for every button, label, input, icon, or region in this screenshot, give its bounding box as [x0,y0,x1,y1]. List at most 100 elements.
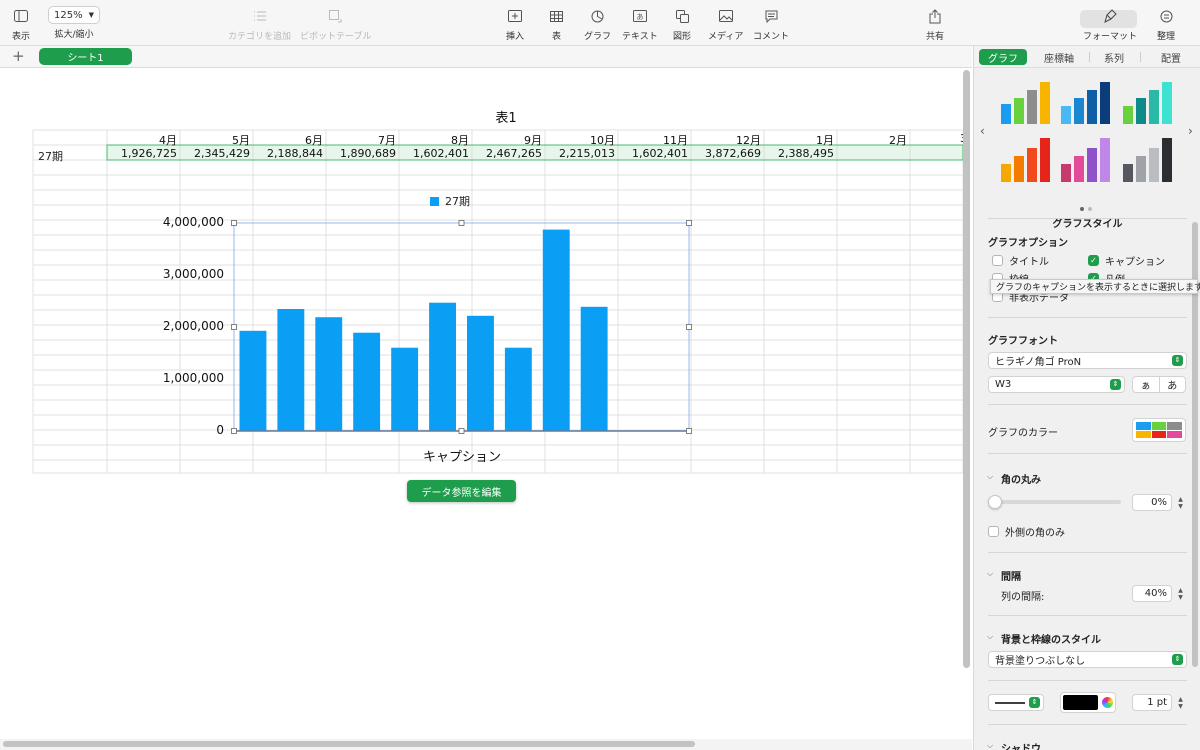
sheet-tab[interactable]: シート1 [39,48,132,65]
table-cell[interactable]: 1,602,401 [399,147,469,160]
title-checkbox[interactable] [992,255,1003,266]
chart-button[interactable]: グラフ [584,8,611,42]
sheet-canvas[interactable]: 表1 27期 27期 4,000,000 3,000,000 2,000,000 1,… [0,69,972,739]
comment-button[interactable]: コメント [753,8,789,42]
stepper-icon[interactable]: ▲ ▼ [1176,494,1185,511]
corner-radius-slider[interactable] [994,500,1121,504]
page-indicator[interactable] [1080,207,1092,211]
chart-bar[interactable] [467,315,494,431]
stroke-width-field[interactable]: 1 pt [1132,694,1172,711]
vertical-scrollbar[interactable] [963,70,970,668]
view-button[interactable]: 表示 [12,8,30,42]
column-header-cell[interactable]: 1月 [764,132,834,148]
insert-button[interactable]: 挿入 [506,8,524,42]
chart-bar[interactable] [315,317,343,431]
stroke-style-select[interactable]: ⇕ [988,694,1044,711]
table-cell[interactable]: 2,388,495 [764,147,834,160]
chart-caption[interactable]: キャプション [400,446,524,465]
corner-radius-header[interactable]: 角の丸み [1001,471,1041,486]
outer-corners-checkbox[interactable] [988,526,999,537]
table-cell[interactable]: 2,215,013 [545,147,615,160]
text-button[interactable]: あ テキスト [622,8,658,42]
chart-bar[interactable] [504,347,532,431]
increase-font-button[interactable]: あ [1158,377,1186,392]
stroke-color-well[interactable] [1060,692,1116,713]
shape-button[interactable]: 図形 [673,8,691,42]
media-button[interactable]: メディア [708,8,743,42]
column-header-cell[interactable]: 4月 [107,132,177,148]
disclosure-chevron-icon[interactable]: ⌵ [987,472,993,482]
column-header-cell[interactable]: 5月 [180,132,250,148]
chart-bar[interactable] [429,302,456,431]
decrease-font-button[interactable]: ぁ [1133,377,1159,392]
table-cell[interactable]: 2,188,844 [253,147,323,160]
table-button[interactable]: 表 [550,8,563,42]
stepper-icon[interactable]: ▲ ▼ [1176,585,1185,602]
table-cell[interactable]: 3,872,669 [691,147,761,160]
pivot-table-button[interactable]: ピボットテーブル [300,8,371,42]
resize-handle[interactable] [458,428,465,434]
table-cell[interactable]: 2,467,265 [472,147,542,160]
chart-bar[interactable] [391,347,419,431]
resize-handle[interactable] [686,220,692,226]
resize-handle[interactable] [231,428,237,434]
table-cell[interactable]: 1,890,689 [326,147,396,160]
caption-checkbox[interactable]: ✓ [1088,255,1099,266]
horizontal-scrollbar[interactable] [3,741,695,747]
format-button[interactable]: フォーマット [1083,8,1137,42]
resize-handle[interactable] [458,220,465,226]
resize-handle[interactable] [686,324,692,330]
chart-bar[interactable] [580,306,608,431]
slider-knob[interactable] [988,495,1002,509]
font-family-select[interactable]: ヒラギノ角ゴ ProN ⇕ [988,352,1187,369]
chart-bar[interactable] [239,330,267,431]
zoom-select[interactable]: 125% ▼ [48,6,100,24]
chart-style-5[interactable] [1061,138,1110,182]
tab-arrange[interactable]: 配置 [1146,49,1196,65]
column-header-cell[interactable]: 8月 [399,132,469,148]
resize-handle[interactable] [231,324,237,330]
column-header-cell[interactable]: 9月 [472,132,542,148]
font-weight-select[interactable]: W3 ⇕ [988,376,1125,393]
chart-style-1[interactable] [1001,82,1050,124]
edit-data-reference-button[interactable]: データ参照を編集 [407,480,516,502]
add-category-button[interactable]: カテゴリを追加 [228,8,291,42]
column-gap-field[interactable]: 40% [1132,585,1172,602]
table-cell[interactable]: 1,926,725 [107,147,177,160]
fill-select[interactable]: 背景塗りつぶしなし ⇕ [988,651,1187,668]
caption-option[interactable]: ✓ キャプション [1088,253,1165,268]
chart-style-4[interactable] [1001,138,1050,182]
column-header-cell[interactable]: 2月 [837,132,907,148]
corner-radius-field[interactable]: 0% [1132,494,1172,511]
chart-bar[interactable] [353,332,381,431]
tab-series[interactable]: 系列 [1094,49,1134,65]
column-header-cell[interactable]: 10月 [545,132,615,148]
column-header-cell[interactable]: 11月 [618,132,688,148]
resize-handle[interactable] [686,428,692,434]
font-size-control[interactable]: ぁ あ [1132,376,1186,393]
table-cell[interactable]: 1,602,401 [618,147,688,160]
column-header-cell[interactable]: 6月 [253,132,323,148]
chart-style-6[interactable] [1123,138,1172,182]
spacing-header[interactable]: 間隔 [1001,568,1021,583]
chart-colors-swatch[interactable] [1132,418,1186,442]
disclosure-chevron-icon[interactable]: ⌵ [987,741,993,750]
column-header-cell[interactable]: 12月 [691,132,761,148]
outer-corners-option[interactable]: 外側の角のみ [988,524,1065,539]
organize-button[interactable]: 整理 [1157,8,1175,42]
resize-handle[interactable] [231,220,237,226]
table-cell[interactable]: 2,345,429 [180,147,250,160]
disclosure-chevron-icon[interactable]: ⌵ [987,569,993,579]
stepper-icon[interactable]: ▲ ▼ [1176,694,1185,711]
add-sheet-button[interactable]: + [12,47,25,65]
shadow-header[interactable]: シャドウ [1001,740,1041,750]
share-button[interactable]: 共有 [926,8,944,42]
tab-axis[interactable]: 座標軸 [1034,49,1084,65]
column-header-cell[interactable]: 7月 [326,132,396,148]
chart-style-2[interactable] [1061,82,1110,124]
chart-style-3[interactable] [1123,82,1172,124]
color-wheel-icon[interactable] [1102,697,1113,708]
zoom-control[interactable]: 125% ▼ 拡大/縮小 [48,6,100,40]
chart-bar[interactable] [277,309,305,431]
tab-chart[interactable]: グラフ [979,49,1027,65]
